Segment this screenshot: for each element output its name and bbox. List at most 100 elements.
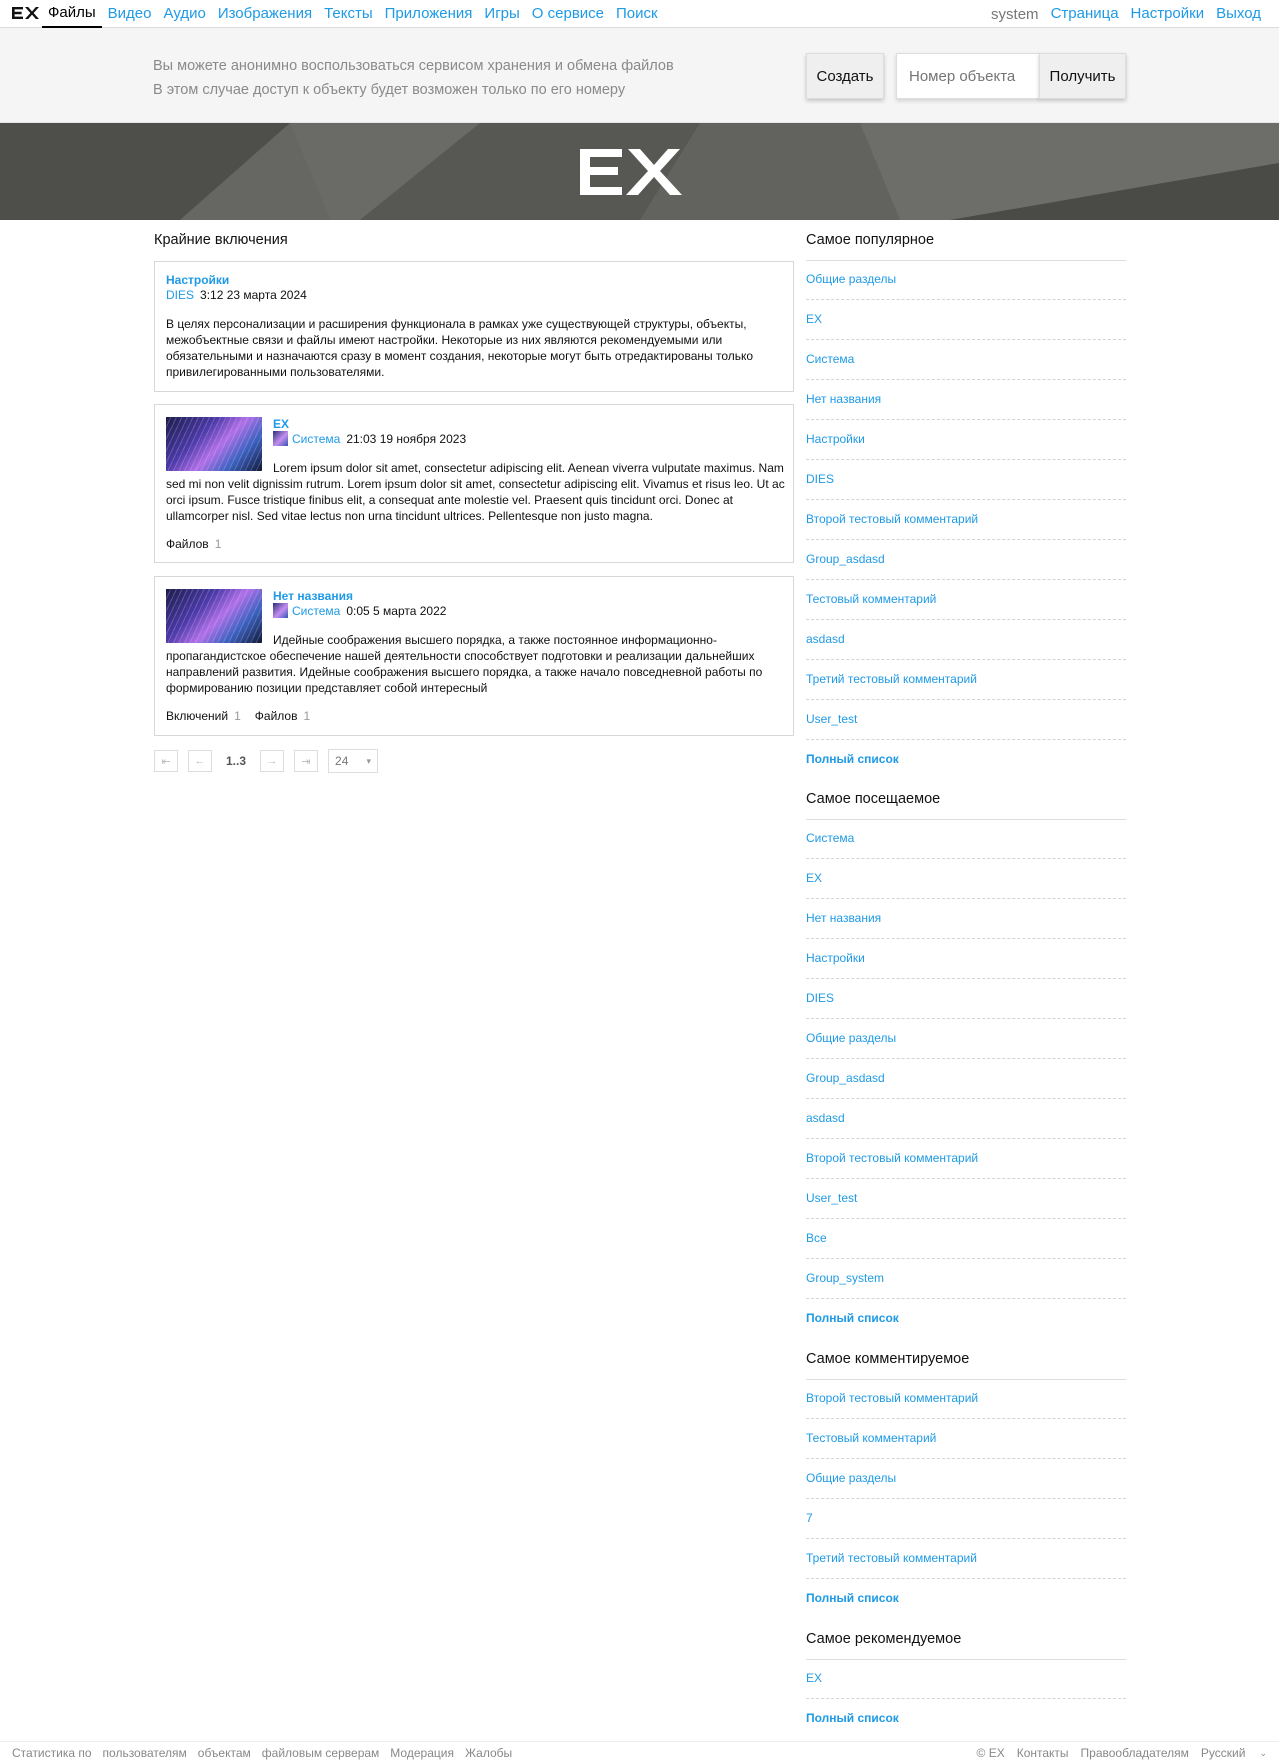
sidebar-visited-item[interactable]: Group_asdasd	[806, 1059, 1126, 1099]
sidebar-item-label: Третий тестовый комментарий	[806, 1551, 977, 1565]
sidebar-popular-item[interactable]: Group_asdasd	[806, 540, 1126, 580]
next-page-button[interactable]: →	[260, 750, 285, 772]
sidebar-commented-item[interactable]: Общие разделы	[806, 1459, 1126, 1499]
sidebar-visited-full-list-link[interactable]: Полный список	[806, 1299, 1126, 1339]
footer-complaints-link[interactable]: Жалобы	[465, 1746, 512, 1760]
nav-apps[interactable]: Приложения	[379, 0, 479, 28]
sidebar-visited-item[interactable]: Общие разделы	[806, 1019, 1126, 1059]
hero-banner	[0, 123, 1279, 220]
full-list-label: Полный список	[806, 1311, 899, 1325]
sidebar-item-label: Второй тестовый комментарий	[806, 512, 979, 526]
sidebar-popular-item[interactable]: Второй тестовый комментарий	[806, 500, 1126, 540]
card-counts: Файлов 1	[166, 537, 235, 551]
sidebar-visited-item[interactable]: Group_system	[806, 1259, 1126, 1299]
sidebar-item-label: Group_asdasd	[806, 1071, 885, 1085]
footer-rightholders-link[interactable]: Правообладателям	[1081, 1746, 1189, 1760]
sidebar-recommended-full-list-link[interactable]: Полный список	[806, 1699, 1126, 1739]
sidebar-item-label: User_test	[806, 1191, 858, 1205]
sidebar-item-label: Тестовый комментарий	[806, 1431, 937, 1445]
sidebar-visited-item[interactable]: Нет названия	[806, 899, 1126, 939]
sidebar-visited-item[interactable]: Настройки	[806, 939, 1126, 979]
per-page-value: 24	[335, 754, 349, 768]
footer-objects-link[interactable]: объектам	[198, 1746, 251, 1760]
sidebar-item-label: Тестовый комментарий	[806, 592, 937, 606]
sidebar-popular-item[interactable]: User_test	[806, 700, 1126, 740]
banner-ex-logo-icon	[580, 149, 682, 195]
files-count-label: Файлов	[254, 709, 298, 723]
sidebar-item-label: Настройки	[806, 951, 865, 965]
footer-users-link[interactable]: пользователям	[103, 1746, 187, 1760]
sidebar-commented-item[interactable]: Второй тестовый комментарий	[806, 1379, 1126, 1419]
nav-files[interactable]: Файлы	[42, 0, 102, 28]
create-button[interactable]: Создать	[806, 53, 884, 99]
sidebar-popular-item[interactable]: DIES	[806, 460, 1126, 500]
top-nav: Файлы Видео Аудио Изображения Тексты При…	[0, 0, 1279, 28]
full-list-label: Полный список	[806, 1591, 899, 1605]
sidebar-visited-item[interactable]: asdasd	[806, 1099, 1126, 1139]
sidebar-recommended-item[interactable]: EX	[806, 1659, 1126, 1699]
sidebar-popular-item[interactable]: Общие разделы	[806, 260, 1126, 300]
sidebar-item-label: Group_asdasd	[806, 552, 885, 566]
nav-audio[interactable]: Аудио	[158, 0, 212, 28]
sidebar-visited-item[interactable]: User_test	[806, 1179, 1126, 1219]
footer-file-servers-link[interactable]: файловым серверам	[262, 1746, 380, 1760]
card-author-link[interactable]: Система	[292, 604, 340, 618]
sidebar-popular-item[interactable]: asdasd	[806, 620, 1126, 660]
footer-copyright: © EX	[976, 1746, 1005, 1760]
language-select[interactable]: Русский	[1201, 1746, 1246, 1760]
sidebar-item-label: Общие разделы	[806, 1471, 897, 1485]
sidebar-item-label: EX	[806, 1671, 823, 1685]
nav-video[interactable]: Видео	[102, 0, 158, 28]
page-range: 1..3	[226, 754, 247, 768]
footer-contacts-link[interactable]: Контакты	[1017, 1746, 1069, 1760]
object-number-input[interactable]	[896, 53, 1040, 99]
card-title-link[interactable]: Нет названия	[273, 589, 353, 603]
sidebar-popular-item[interactable]: Тестовый комментарий	[806, 580, 1126, 620]
nav-search[interactable]: Поиск	[610, 0, 664, 28]
sidebar-commented-item[interactable]: Тестовый комментарий	[806, 1419, 1126, 1459]
card-counts: Включений 1 Файлов 1	[166, 709, 324, 723]
nav-logout[interactable]: Выход	[1210, 0, 1267, 28]
prev-page-button[interactable]: ←	[188, 750, 212, 772]
nav-games[interactable]: Игры	[478, 0, 525, 28]
sidebar-popular-item[interactable]: Нет названия	[806, 380, 1126, 420]
last-page-button[interactable]: ⇥	[294, 750, 319, 772]
sidebar-popular-full-list-link[interactable]: Полный список	[806, 740, 1126, 780]
sidebar-popular-title: Самое популярное	[806, 232, 935, 248]
sidebar-popular-item[interactable]: Настройки	[806, 420, 1126, 460]
sidebar-visited-item[interactable]: DIES	[806, 979, 1126, 1019]
card-author-link[interactable]: Система	[292, 432, 340, 446]
sidebar-popular-item[interactable]: Система	[806, 340, 1126, 380]
sidebar-item-label: Третий тестовый комментарий	[806, 672, 977, 686]
sidebar-visited-item[interactable]: EX	[806, 859, 1126, 899]
nav-about[interactable]: О сервисе	[526, 0, 610, 28]
strip-text: Вы можете анонимно воспользоваться серви…	[153, 54, 674, 102]
nav-settings[interactable]: Настройки	[1125, 0, 1211, 28]
sidebar-popular-item[interactable]: EX	[806, 300, 1126, 340]
sidebar-commented-full-list-link[interactable]: Полный список	[806, 1579, 1126, 1619]
sidebar-visited-item[interactable]: Второй тестовый комментарий	[806, 1139, 1126, 1179]
strip-line-2: В этом случае доступ к объекту будет воз…	[153, 82, 626, 98]
first-page-button[interactable]: ⇤	[154, 750, 178, 772]
inclusions-count-label: Включений	[166, 709, 229, 723]
nav-texts[interactable]: Тексты	[318, 0, 379, 28]
get-button[interactable]: Получить	[1039, 53, 1126, 99]
ex-logo-icon[interactable]	[11, 5, 41, 21]
sidebar-visited-item[interactable]: Система	[806, 819, 1126, 859]
sidebar-visited-item[interactable]: Все	[806, 1219, 1126, 1259]
recent-inclusions-title: Крайние включения	[154, 232, 288, 248]
nav-page[interactable]: Страница	[1045, 0, 1125, 28]
card-author-link[interactable]: DIES	[166, 288, 194, 302]
nav-images[interactable]: Изображения	[212, 0, 318, 28]
inclusion-card: Настройки DIES 3:12 23 марта 2024 В целя…	[154, 261, 794, 392]
sidebar-item-label: Group_system	[806, 1271, 885, 1285]
sidebar-commented-item[interactable]: Третий тестовый комментарий	[806, 1539, 1126, 1579]
card-title-link[interactable]: EX	[273, 417, 289, 431]
sidebar-popular-item[interactable]: Третий тестовый комментарий	[806, 660, 1126, 700]
card-title-link[interactable]: Настройки	[166, 273, 229, 287]
sidebar-item-label: DIES	[806, 991, 835, 1005]
footer-moderation-link[interactable]: Модерация	[390, 1746, 454, 1760]
sidebar-commented-item[interactable]: 7	[806, 1499, 1126, 1539]
per-page-select[interactable]: 24 ▾	[328, 749, 379, 773]
chevron-down-icon: ⌄	[1259, 1747, 1267, 1758]
